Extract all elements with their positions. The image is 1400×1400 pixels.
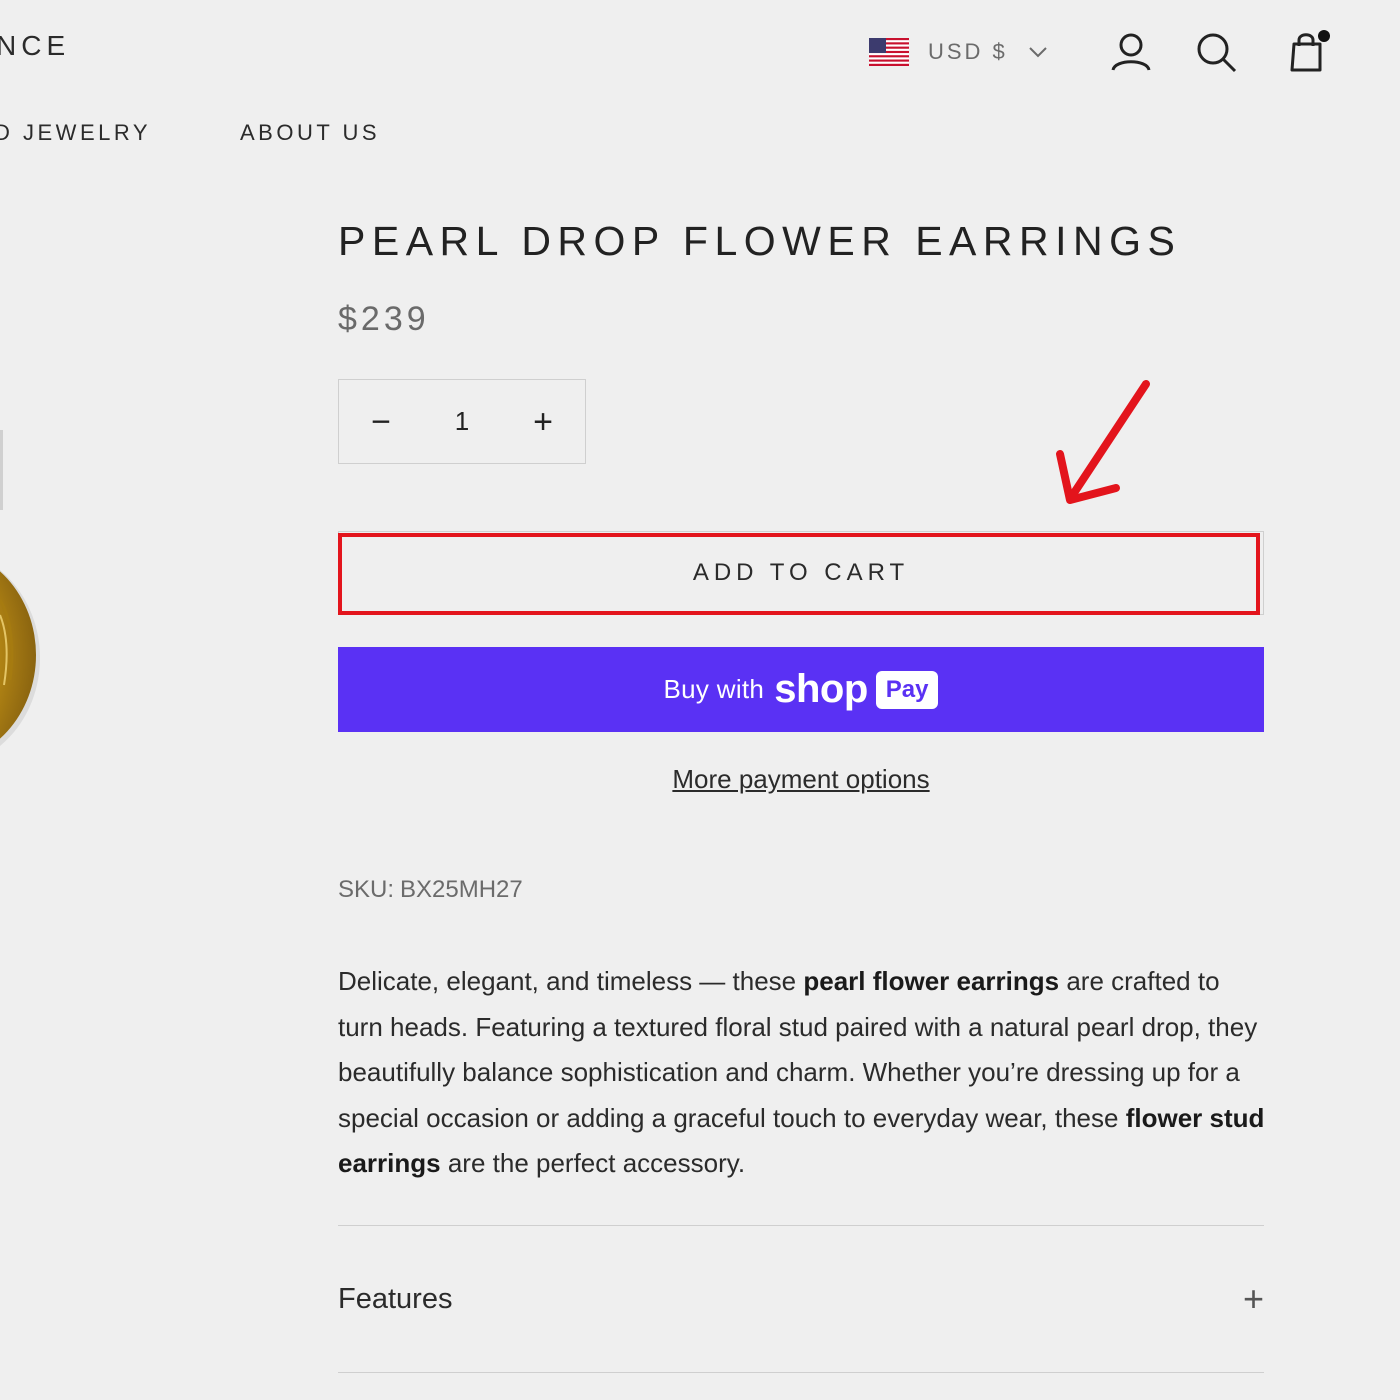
store-logo[interactable]: NCE — [0, 30, 70, 62]
red-arrow-annotation — [1056, 380, 1150, 504]
increase-quantity-button[interactable]: + — [501, 380, 585, 464]
product-title: PEARL DROP FLOWER EARRINGS — [338, 218, 1182, 264]
search-icon[interactable] — [1196, 32, 1238, 74]
description-bold: pearl flower earrings — [803, 966, 1060, 996]
divider — [338, 1372, 1264, 1373]
sku: SKU: BX25MH27 — [338, 876, 523, 904]
description-text: Delicate, elegant, and timeless — these — [338, 966, 804, 996]
shop-logo: shop — [774, 667, 868, 711]
features-label: Features — [338, 1282, 453, 1315]
sku-value: BX25MH27 — [400, 876, 523, 903]
nav-item-jewelry[interactable]: D JEWELRY — [0, 120, 151, 146]
add-to-cart-button[interactable]: ADD TO CART — [338, 531, 1264, 615]
nav-item-about-us[interactable]: ABOUT US — [240, 120, 380, 146]
description-text: are the perfect accessory. — [440, 1148, 746, 1178]
features-accordion[interactable]: Features + — [338, 1270, 1264, 1328]
pay-badge: Pay — [875, 670, 939, 709]
shop-pay-buy-text: Buy with — [663, 674, 765, 704]
cart-icon[interactable] — [1282, 26, 1334, 76]
shop-pay-button[interactable]: Buy with shop Pay — [338, 647, 1264, 732]
product-image[interactable] — [0, 400, 80, 800]
divider — [338, 1225, 1264, 1226]
chevron-down-icon — [1029, 47, 1047, 58]
product-description: Delicate, elegant, and timeless — these … — [338, 959, 1268, 1187]
quantity-stepper: − + — [338, 379, 586, 464]
us-flag-icon — [869, 38, 909, 66]
more-payment-options-link[interactable]: More payment options — [338, 764, 1264, 795]
currency-label: USD $ — [928, 39, 1008, 64]
account-icon[interactable] — [1110, 32, 1152, 72]
product-price: $239 — [338, 300, 430, 338]
plus-icon: + — [1242, 1278, 1264, 1319]
decrease-quantity-button[interactable]: − — [339, 380, 423, 464]
product-page: NCE USD $ D JEWELRY ABOUT US PEARL DROP … — [0, 0, 1400, 1400]
currency-selector[interactable]: USD $ — [869, 34, 1048, 70]
sku-label: SKU: — [338, 876, 395, 903]
quantity-input[interactable] — [430, 405, 494, 438]
